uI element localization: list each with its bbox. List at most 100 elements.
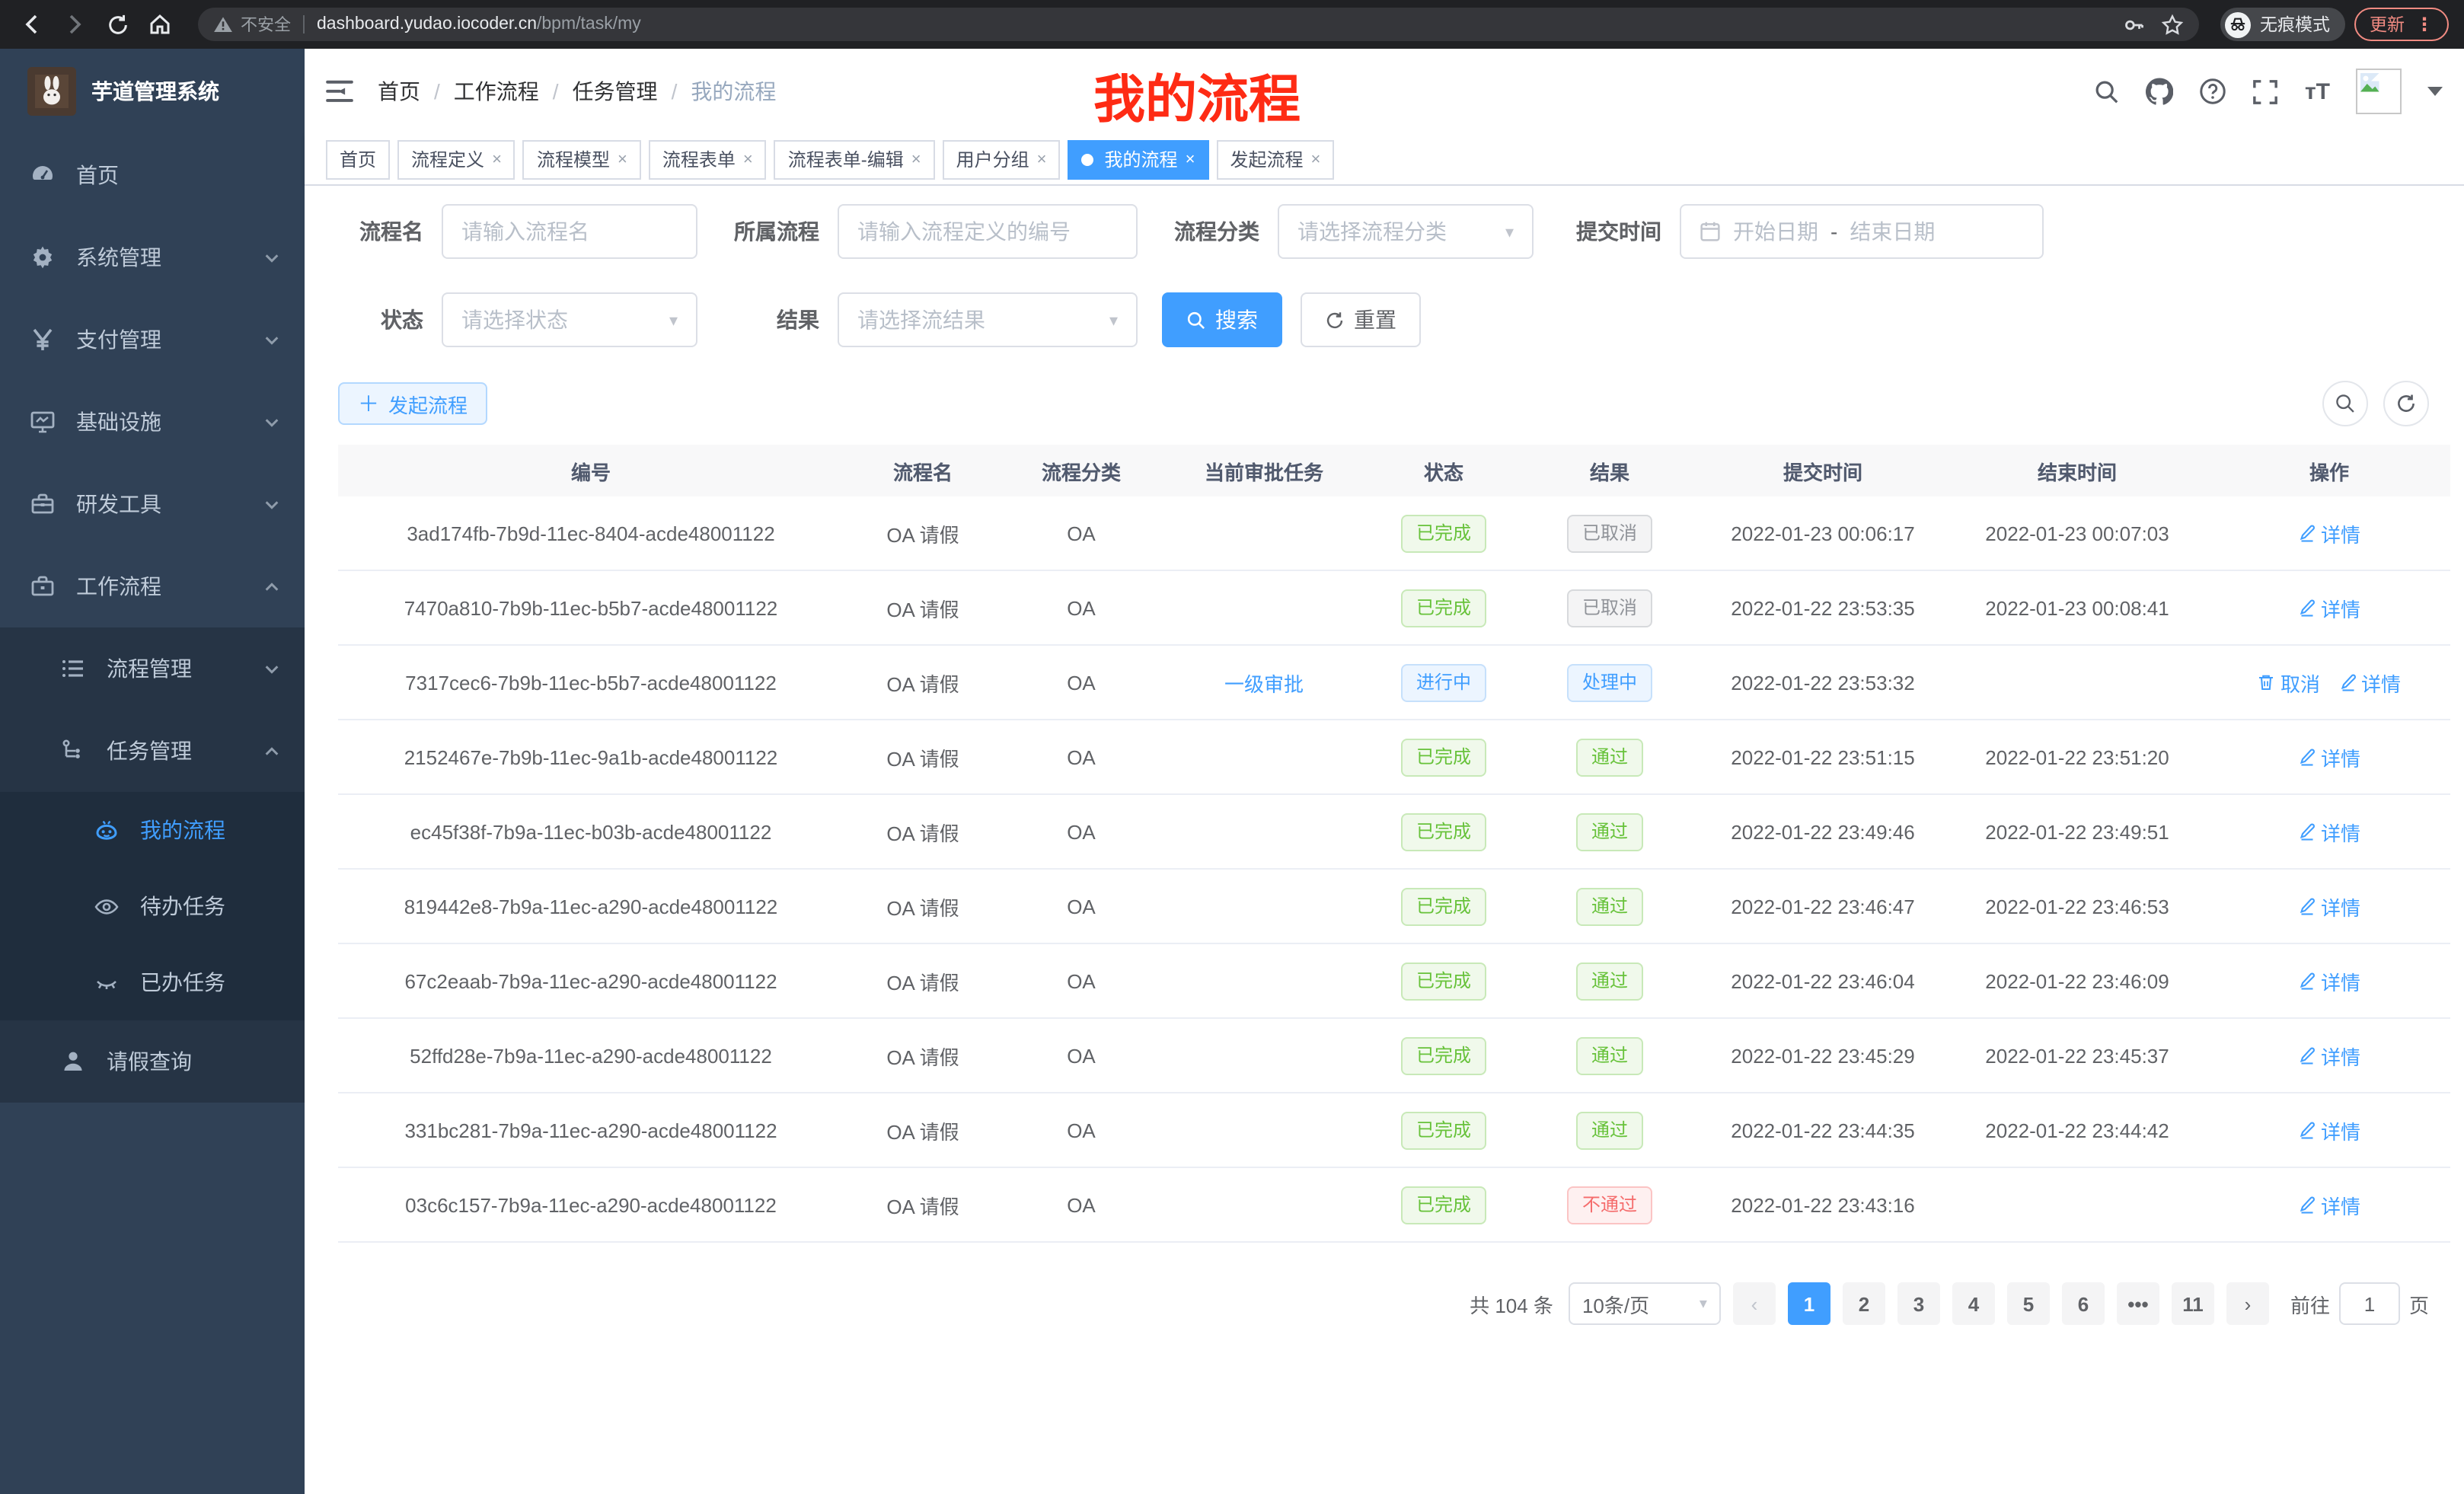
next-page-button[interactable]: ›: [2226, 1282, 2269, 1325]
detail-action-link[interactable]: 详情: [2298, 817, 2360, 846]
plus-icon: ＋: [358, 388, 379, 419]
tab-view-5[interactable]: 用户分组×: [943, 139, 1061, 179]
category-select[interactable]: ▾: [1278, 204, 1534, 259]
close-icon[interactable]: ×: [911, 150, 921, 168]
table-row: 7470a810-7b9b-11ec-b5b7-acde48001122OA 请…: [338, 571, 2450, 646]
app-logo-row[interactable]: 芋道管理系统: [0, 49, 305, 134]
close-icon[interactable]: ×: [1310, 150, 1320, 168]
sidebar-collapse-icon[interactable]: [326, 76, 356, 107]
row-actions: 详情: [2298, 593, 2360, 622]
user-avatar[interactable]: [2356, 69, 2402, 114]
security-label: 不安全: [241, 12, 291, 37]
detail-action-link[interactable]: 详情: [2298, 892, 2360, 921]
detail-action-link[interactable]: 详情: [2298, 593, 2360, 622]
show-search-toggle-button[interactable]: [2322, 381, 2368, 426]
reset-button[interactable]: 重置: [1301, 292, 1421, 347]
fullscreen-icon[interactable]: [2253, 78, 2279, 104]
result-select[interactable]: ▾: [838, 292, 1138, 347]
user-menu-caret-icon[interactable]: [2427, 87, 2443, 96]
page-button-3[interactable]: 3: [1897, 1282, 1940, 1325]
browser-home-icon[interactable]: [143, 8, 177, 41]
cell-submit-time: 2022-01-22 23:45:29: [1700, 1044, 1946, 1067]
browser-reload-icon[interactable]: [101, 8, 134, 41]
tab-view-4[interactable]: 流程表单-编辑×: [774, 139, 935, 179]
cell-submit-time: 2022-01-22 23:51:15: [1700, 745, 1946, 768]
goto-page-input[interactable]: 1: [2339, 1282, 2400, 1325]
status-badge: 已完成: [1401, 1036, 1486, 1074]
password-key-icon[interactable]: [2123, 13, 2146, 36]
sidebar-item-toolbox[interactable]: 研发工具: [0, 463, 305, 545]
github-icon[interactable]: [2146, 78, 2174, 105]
cell-submit-time: 2022-01-22 23:53:35: [1700, 596, 1946, 619]
close-icon[interactable]: ×: [1186, 150, 1195, 168]
search-icon: [2335, 393, 2356, 414]
sidebar: 芋道管理系统 首页系统管理支付管理基础设施研发工具工作流程流程管理任务管理我的流…: [0, 49, 305, 1494]
sidebar-item-yen[interactable]: 支付管理: [0, 298, 305, 381]
detail-action-link[interactable]: 详情: [2298, 1116, 2360, 1144]
detail-action-link[interactable]: 详情: [2298, 1041, 2360, 1070]
page-button-4[interactable]: 4: [1952, 1282, 1995, 1325]
help-icon[interactable]: [2200, 78, 2227, 105]
breadcrumb-workflow[interactable]: 工作流程: [454, 76, 539, 107]
page-button-2[interactable]: 2: [1843, 1282, 1885, 1325]
detail-action-link[interactable]: 详情: [2298, 966, 2360, 995]
page-size-select[interactable]: 10条/页 ▾: [1569, 1282, 1721, 1325]
user-icon: [61, 1049, 85, 1074]
current-task-link[interactable]: 一级审批: [1224, 672, 1304, 695]
status-select[interactable]: ▾: [442, 292, 697, 347]
page-button-11[interactable]: 11: [2172, 1282, 2214, 1325]
page-button-1[interactable]: 1: [1788, 1282, 1830, 1325]
detail-action-link[interactable]: 详情: [2298, 1190, 2360, 1219]
bookmark-star-icon[interactable]: [2161, 13, 2184, 36]
sidebar-item-briefcase[interactable]: 工作流程: [0, 545, 305, 627]
close-icon[interactable]: ×: [743, 150, 753, 168]
tab-view-1[interactable]: 流程定义×: [397, 139, 515, 179]
process-definition-input[interactable]: [838, 204, 1138, 259]
date-end-placeholder[interactable]: 结束日期: [1850, 216, 1935, 247]
tab-view-3[interactable]: 流程表单×: [649, 139, 767, 179]
tab-home[interactable]: 首页: [326, 139, 390, 179]
sidebar-item-eye[interactable]: 待办任务: [0, 868, 305, 944]
sidebar-item-monitor[interactable]: 基础设施: [0, 381, 305, 463]
browser-update-button[interactable]: 更新 ⋮: [2354, 8, 2449, 41]
sidebar-item-user[interactable]: 请假查询: [0, 1020, 305, 1103]
tab-view-2[interactable]: 流程模型×: [523, 139, 641, 179]
detail-action-link[interactable]: 详情: [2298, 519, 2360, 547]
start-process-button[interactable]: ＋ 发起流程: [338, 382, 487, 425]
browser-menu-icon[interactable]: ⋮: [2415, 14, 2434, 35]
breadcrumb-home[interactable]: 首页: [378, 76, 420, 107]
sidebar-item-gear[interactable]: 系统管理: [0, 216, 305, 298]
pager-ellipsis[interactable]: •••: [2117, 1282, 2159, 1325]
browser-back-icon[interactable]: [15, 8, 49, 41]
sidebar-item-tree[interactable]: 任务管理: [0, 710, 305, 792]
sidebar-item-robot[interactable]: 我的流程: [0, 792, 305, 868]
cancel-action-link[interactable]: 取消: [2258, 668, 2320, 697]
edit-icon: [2298, 524, 2316, 542]
sidebar-item-dashboard[interactable]: 首页: [0, 134, 305, 216]
search-button[interactable]: 搜索: [1162, 292, 1282, 347]
breadcrumb-task[interactable]: 任务管理: [573, 76, 658, 107]
font-size-icon[interactable]: ᴛT: [2305, 78, 2330, 104]
process-name-input[interactable]: [442, 204, 697, 259]
cell-process-id: ec45f38f-7b9a-11ec-b03b-acde48001122: [338, 820, 844, 843]
header-search-icon[interactable]: [2095, 78, 2121, 104]
close-icon[interactable]: ×: [492, 150, 502, 168]
detail-action-link[interactable]: 详情: [2298, 742, 2360, 771]
tab-view-6[interactable]: 我的流程×: [1068, 139, 1209, 179]
page-button-6[interactable]: 6: [2062, 1282, 2105, 1325]
date-start-placeholder[interactable]: 开始日期: [1733, 216, 1818, 247]
cell-submit-time: 2022-01-22 23:53:32: [1700, 671, 1946, 694]
url-bar[interactable]: 不安全 dashboard.yudao.iocoder.cn/bpm/task/…: [198, 8, 2199, 41]
browser-forward-icon[interactable]: [58, 8, 91, 41]
refresh-table-button[interactable]: [2383, 381, 2429, 426]
close-icon[interactable]: ×: [618, 150, 627, 168]
prev-page-button[interactable]: ‹: [1733, 1282, 1776, 1325]
close-icon[interactable]: ×: [1037, 150, 1047, 168]
sidebar-item-list[interactable]: 流程管理: [0, 627, 305, 710]
page-button-5[interactable]: 5: [2007, 1282, 2050, 1325]
sidebar-item-eye-closed[interactable]: 已办任务: [0, 944, 305, 1020]
tab-view-7[interactable]: 发起流程×: [1216, 139, 1334, 179]
submit-time-range-picker[interactable]: 开始日期 - 结束日期: [1680, 204, 2044, 259]
row-actions: 详情: [2298, 1041, 2360, 1070]
detail-action-link[interactable]: 详情: [2338, 668, 2401, 697]
